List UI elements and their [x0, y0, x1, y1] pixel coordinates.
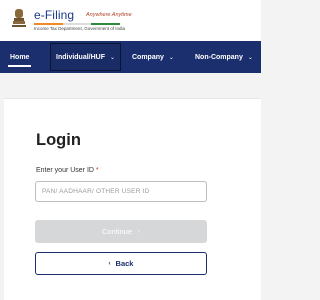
site-header: e-Filing Anywhere Anytime Income Tax Dep… — [0, 0, 261, 41]
continue-button[interactable]: Continue › — [35, 220, 207, 243]
page-title: Login — [36, 131, 81, 149]
nav-item-non-company[interactable]: Non-Company ⌄ — [195, 41, 253, 73]
active-indicator — [8, 65, 32, 67]
user-id-label: Enter your User ID * — [36, 167, 99, 174]
user-id-label-text: Enter your User ID — [36, 167, 94, 174]
tricolor-divider — [34, 23, 121, 25]
chevron-down-icon: ⌄ — [247, 54, 253, 61]
main-nav: Home Individual/HUF ⌄ Company ⌄ Non-Comp… — [0, 41, 261, 73]
brand-tagline: Anywhere Anytime — [86, 12, 132, 18]
nav-item-label: Non-Company — [195, 53, 243, 61]
chevron-right-icon: › — [138, 228, 141, 235]
chevron-left-icon: ‹ — [108, 260, 111, 267]
nav-item-home[interactable]: Home — [8, 41, 32, 73]
nav-item-company[interactable]: Company ⌄ — [132, 41, 174, 73]
national-emblem-icon — [12, 9, 26, 27]
chevron-down-icon: ⌄ — [110, 54, 116, 61]
user-id-input[interactable] — [35, 181, 207, 202]
brand-title: e-Filing — [34, 8, 75, 22]
nav-item-individual-huf[interactable]: Individual/HUF ⌄ — [50, 43, 122, 71]
chevron-down-icon: ⌄ — [168, 54, 174, 61]
back-button[interactable]: ‹ Back — [35, 252, 207, 275]
nav-item-label: Home — [10, 53, 30, 61]
brand-logo[interactable]: e-Filing Anywhere Anytime Income Tax Dep… — [34, 9, 144, 33]
brand-subtitle: Income Tax Department, Government of Ind… — [34, 26, 125, 31]
required-marker: * — [95, 167, 99, 174]
back-label: Back — [115, 259, 134, 268]
continue-label: Continue — [101, 227, 133, 236]
nav-item-label: Individual/HUF — [56, 53, 105, 61]
nav-item-label: Company — [132, 53, 164, 61]
